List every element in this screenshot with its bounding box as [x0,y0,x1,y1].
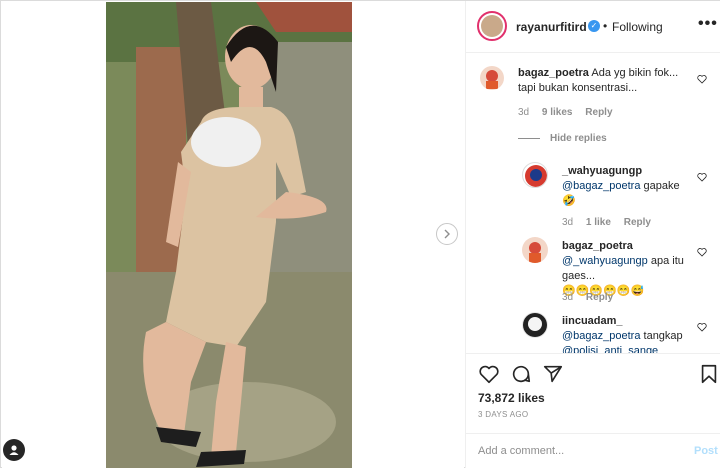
heart-icon[interactable] [697,74,707,84]
reply-username[interactable]: iincuadam_ [562,314,702,329]
reply-age: 3d [562,217,574,228]
reply-button[interactable]: Reply [585,107,612,118]
reply-likes[interactable]: 1 like [586,217,611,228]
likes-count[interactable]: 73,872 likes [478,391,545,405]
post-photo[interactable] [106,2,352,468]
heart-icon[interactable] [697,247,707,257]
following-button[interactable]: Following [612,20,663,34]
reply-button[interactable]: Reply [586,292,613,303]
tagged-user-button[interactable] [3,439,25,461]
comments-list[interactable]: bagaz_poetra Ada yg bikin fok... tapi bu… [466,54,720,353]
next-photo-button[interactable] [436,223,458,245]
hide-replies-button[interactable]: Hide replies [518,133,607,144]
heart-icon[interactable] [697,322,707,332]
post-dialog: rayanurfitird ✓ • Following ••• bagaz_po… [0,0,720,468]
post-date: 3 DAYS AGO [478,410,529,419]
reply-text: tangkap [643,330,683,342]
more-options-icon[interactable]: ••• [698,15,718,33]
user-icon [9,445,19,455]
post-button[interactable]: Post [694,445,718,457]
share-icon[interactable] [542,363,564,385]
post-header: rayanurfitird ✓ • Following ••• [466,1,720,53]
media-area [2,2,464,468]
commenter-avatar[interactable] [480,66,504,90]
reply-username[interactable]: _wahyuagungp [562,164,702,179]
heart-icon[interactable] [478,363,500,385]
comment-icon[interactable] [510,363,532,385]
reply-text: gapake [643,180,680,192]
reply-emoji: 🤣 [562,195,576,207]
comment-likes[interactable]: 9 likes [542,107,573,118]
verified-icon: ✓ [588,20,600,32]
author-username[interactable]: rayanurfitird [516,20,587,34]
replier-avatar[interactable] [522,162,548,188]
post-sidebar: rayanurfitird ✓ • Following ••• bagaz_po… [465,1,720,468]
reply-mention[interactable]: @bagaz_poetra [562,180,640,192]
comment-composer: Add a comment... Post [466,433,720,468]
header-separator: • [603,19,608,33]
reply-button[interactable]: Reply [624,217,651,228]
reply-mention[interactable]: @_wahyuagungp [562,255,648,267]
heart-icon[interactable] [697,172,707,182]
reply-mention[interactable]: @polisi_anti_sange [562,345,658,353]
replier-avatar[interactable] [522,237,548,263]
post-actions: 73,872 likes 3 DAYS AGO [466,353,720,433]
comment-input[interactable]: Add a comment... [478,445,564,457]
bookmark-icon[interactable] [698,363,720,385]
reply-username[interactable]: bagaz_poetra [562,239,702,254]
replier-avatar[interactable] [522,312,548,338]
comment-username[interactable]: bagaz_poetra [518,67,589,79]
reply-mention[interactable]: @bagaz_poetra [562,330,640,342]
chevron-right-icon [444,229,450,239]
comment-age: 3d [518,107,530,118]
author-avatar[interactable] [477,11,507,41]
reply-age: 3d [562,292,574,303]
